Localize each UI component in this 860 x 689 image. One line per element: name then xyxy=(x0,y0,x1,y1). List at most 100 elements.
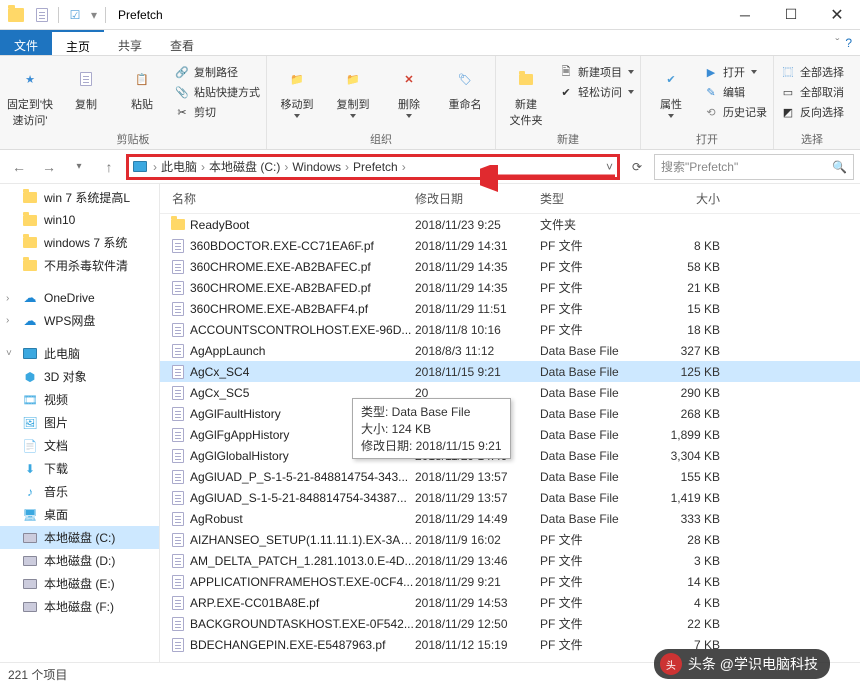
file-name: ReadyBoot xyxy=(190,218,415,232)
file-size: 3 KB xyxy=(660,554,730,568)
file-row[interactable]: 360CHROME.EXE-AB2BAFED.pf2018/11/29 14:3… xyxy=(160,277,860,298)
history-button[interactable]: ⟲历史记录 xyxy=(703,104,767,120)
sidebar-item[interactable]: ›☁OneDrive xyxy=(0,287,159,309)
copyto-button[interactable]: 📁复制到 xyxy=(329,60,377,118)
file-row[interactable]: ARP.EXE-CC01BA8E.pf2018/11/29 14:53PF 文件… xyxy=(160,592,860,613)
file-row[interactable]: AgAppLaunch2018/8/3 11:12Data Base File3… xyxy=(160,340,860,361)
file-row[interactable]: APPLICATIONFRAMEHOST.EXE-0CF4...2018/11/… xyxy=(160,571,860,592)
file-row[interactable]: BACKGROUNDTASKHOST.EXE-0F542...2018/11/2… xyxy=(160,613,860,634)
file-row[interactable]: AM_DELTA_PATCH_1.281.1013.0.E-4D...2018/… xyxy=(160,550,860,571)
file-size: 22 KB xyxy=(660,617,730,631)
file-row[interactable]: 360CHROME.EXE-AB2BAFF4.pf2018/11/29 11:5… xyxy=(160,298,860,319)
sidebar-item-icon xyxy=(22,530,38,546)
crumb-prefetch[interactable]: Prefetch xyxy=(353,160,398,174)
easyaccess-button[interactable]: ✔轻松访问 xyxy=(558,84,634,100)
col-type[interactable]: 类型 xyxy=(540,190,660,207)
sidebar-item[interactable]: 本地磁盘 (D:) xyxy=(0,549,159,572)
copypath-button[interactable]: 🔗复制路径 xyxy=(174,64,260,80)
newfolder-button[interactable]: 新建 文件夹 xyxy=(502,60,550,128)
sidebar-item[interactable]: 🖼图片 xyxy=(0,411,159,434)
tab-home[interactable]: 主页 xyxy=(52,30,104,55)
sidebar-item-label: OneDrive xyxy=(44,291,95,305)
sidebar-item[interactable]: 🎞视频 xyxy=(0,388,159,411)
properties-button[interactable]: ✔属性 xyxy=(647,60,695,118)
tab-share[interactable]: 共享 xyxy=(104,30,156,55)
sidebar-item[interactable]: ♪音乐 xyxy=(0,480,159,503)
file-row[interactable]: 360BDOCTOR.EXE-CC71EA6F.pf2018/11/29 14:… xyxy=(160,235,860,256)
refresh-button[interactable]: ⟳ xyxy=(624,154,650,180)
file-row[interactable]: AIZHANSEO_SETUP(1.11.11.1).EX-3AE...2018… xyxy=(160,529,860,550)
col-date[interactable]: 修改日期 xyxy=(415,190,540,207)
sidebar-item[interactable]: 🖥桌面 xyxy=(0,503,159,526)
file-date: 2018/11/29 14:31 xyxy=(415,239,540,253)
rename-button[interactable]: 🏷重命名 xyxy=(441,60,489,112)
help-icon[interactable]: ? xyxy=(845,36,852,50)
forward-button[interactable]: → xyxy=(36,154,62,180)
close-button[interactable]: ✕ xyxy=(814,0,860,30)
sidebar-item[interactable]: 不用杀毒软件清 xyxy=(0,254,159,277)
pin-button[interactable]: ★固定到'快 速访问' xyxy=(6,60,54,128)
qat-properties-icon[interactable] xyxy=(30,3,54,27)
address-bar[interactable]: ›此电脑 ›本地磁盘 (C:) ›Windows ›Prefetch› ˅ xyxy=(126,154,620,180)
ribbon-collapse-icon[interactable]: ˇ xyxy=(835,36,839,50)
divider xyxy=(105,7,106,23)
minimize-button[interactable]: ─ xyxy=(722,0,768,30)
file-row[interactable]: ACCOUNTSCONTROLHOST.EXE-96D...2018/11/8 … xyxy=(160,319,860,340)
sidebar-item[interactable]: 本地磁盘 (F:) xyxy=(0,595,159,618)
address-dropdown-icon[interactable]: ˅ xyxy=(606,160,613,174)
search-input[interactable]: 搜索"Prefetch" 🔍 xyxy=(654,154,854,180)
up-button[interactable]: ↑ xyxy=(96,154,122,180)
group-clipboard: ★固定到'快 速访问' 复制 📋粘贴 🔗复制路径 📎粘贴快捷方式 ✂剪切 剪贴板 xyxy=(0,56,267,149)
newitem-button[interactable]: 🗎新建项目 xyxy=(558,64,634,80)
sidebar-item-label: WPS网盘 xyxy=(44,312,95,329)
file-row[interactable]: AgCx_SC42018/11/15 9:21Data Base File125… xyxy=(160,361,860,382)
file-name: AgGlUAD_P_S-1-5-21-848814754-343... xyxy=(190,470,415,484)
file-row[interactable]: AgRobust2018/11/29 14:49Data Base File33… xyxy=(160,508,860,529)
invertselect-button[interactable]: ◩反向选择 xyxy=(780,104,844,120)
edit-button[interactable]: ✎编辑 xyxy=(703,84,767,100)
crumb-windows[interactable]: Windows xyxy=(292,160,341,174)
sidebar-item[interactable]: windows 7 系统 xyxy=(0,231,159,254)
qat-customize-icon[interactable]: ☑ xyxy=(63,3,87,27)
file-type: PF 文件 xyxy=(540,594,660,611)
file-date: 2018/11/29 14:35 xyxy=(415,260,540,274)
recent-dropdown[interactable]: ▾ xyxy=(66,154,92,180)
file-type: PF 文件 xyxy=(540,279,660,296)
sidebar-item[interactable]: win10 xyxy=(0,209,159,231)
col-name[interactable]: 名称 xyxy=(160,190,415,207)
file-row[interactable]: ReadyBoot2018/11/23 9:25文件夹 xyxy=(160,214,860,235)
tab-file[interactable]: 文件 xyxy=(0,30,52,55)
cut-button[interactable]: ✂剪切 xyxy=(174,104,260,120)
sidebar-item[interactable]: 本地磁盘 (E:) xyxy=(0,572,159,595)
sidebar-item[interactable]: 本地磁盘 (C:) xyxy=(0,526,159,549)
sidebar-item[interactable]: win 7 系统提高L xyxy=(0,186,159,209)
file-row[interactable]: AgGlUAD_S-1-5-21-848814754-34387...2018/… xyxy=(160,487,860,508)
file-type: PF 文件 xyxy=(540,615,660,632)
moveto-button[interactable]: 📁移动到 xyxy=(273,60,321,118)
tab-view[interactable]: 查看 xyxy=(156,30,208,55)
open-button[interactable]: ▶打开 xyxy=(703,64,767,80)
pasteshortcut-button[interactable]: 📎粘贴快捷方式 xyxy=(174,84,260,100)
sidebar-item-icon xyxy=(22,553,38,569)
sidebar-item[interactable]: ›☁WPS网盘 xyxy=(0,309,159,332)
copy-button[interactable]: 复制 xyxy=(62,60,110,112)
file-size: 125 KB xyxy=(660,365,730,379)
sidebar-item[interactable]: ˅此电脑 xyxy=(0,342,159,365)
selectnone-button[interactable]: ▭全部取消 xyxy=(780,84,844,100)
file-row[interactable]: AgGlUAD_P_S-1-5-21-848814754-343...2018/… xyxy=(160,466,860,487)
sidebar-item[interactable]: ⬢3D 对象 xyxy=(0,365,159,388)
file-icon xyxy=(170,238,186,254)
delete-button[interactable]: ✕删除 xyxy=(385,60,433,118)
paste-button[interactable]: 📋粘贴 xyxy=(118,60,166,112)
sidebar-item[interactable]: ⬇下载 xyxy=(0,457,159,480)
maximize-button[interactable]: ☐ xyxy=(768,0,814,30)
sidebar[interactable]: win 7 系统提高Lwin10windows 7 系统不用杀毒软件清 ›☁One… xyxy=(0,184,160,662)
crumb-root[interactable]: 此电脑 xyxy=(161,158,197,175)
col-size[interactable]: 大小 xyxy=(660,190,730,207)
back-button[interactable]: ← xyxy=(6,154,32,180)
file-row[interactable]: 360CHROME.EXE-AB2BAFEC.pf2018/11/29 14:3… xyxy=(160,256,860,277)
selectall-button[interactable]: ⿴全部选择 xyxy=(780,64,844,80)
crumb-drive[interactable]: 本地磁盘 (C:) xyxy=(209,158,280,175)
qat-dropdown-icon[interactable]: ▾ xyxy=(91,8,97,22)
sidebar-item[interactable]: 📄文档 xyxy=(0,434,159,457)
